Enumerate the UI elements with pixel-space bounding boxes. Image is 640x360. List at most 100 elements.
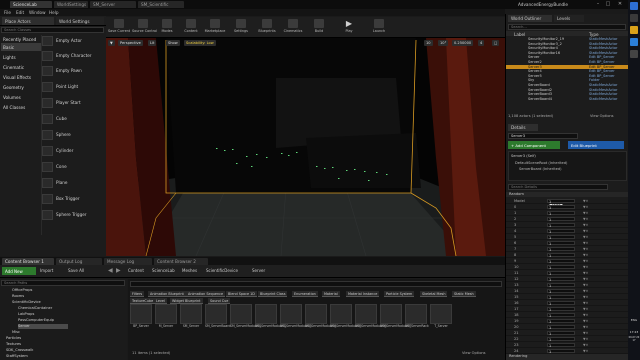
label-column-header[interactable]: Label	[514, 32, 525, 37]
param-value[interactable]: 1	[547, 222, 575, 228]
param-row[interactable]: 13 1 ▼✕	[506, 282, 629, 288]
asset-tile[interactable]: SM_ServerModule06	[355, 304, 387, 338]
folder-item[interactable]: ScientificDevice	[12, 300, 41, 305]
param-row[interactable]: 6 1 ▼✕	[506, 240, 629, 246]
array-controls-icon[interactable]: ▼✕	[583, 205, 588, 209]
param-row[interactable]: 5 1 ▼✕	[506, 234, 629, 240]
details-search-input[interactable]: Search Details	[508, 184, 608, 190]
actor-name-input[interactable]: Server3	[508, 133, 578, 139]
play-button[interactable]: ▶ Play	[338, 19, 360, 37]
filter-chip[interactable]: Material	[322, 291, 340, 297]
folder-icon[interactable]	[630, 26, 638, 34]
save-current-button[interactable]: Save Current	[108, 19, 130, 37]
array-controls-icon[interactable]: ▼✕	[583, 271, 588, 275]
array-controls-icon[interactable]: ▼✕	[583, 337, 588, 341]
build-button[interactable]: Build	[308, 19, 330, 37]
asset-tile[interactable]: T_Server	[430, 304, 452, 338]
array-controls-icon[interactable]: ▼✕	[583, 199, 588, 203]
actor-item[interactable]: Cone	[42, 160, 104, 174]
param-value[interactable]: 1	[547, 282, 575, 288]
folder-item[interactable]: Rooms	[12, 294, 24, 299]
camera-speed-value[interactable]: 4	[478, 40, 485, 46]
actor-item[interactable]: Player Start	[42, 96, 104, 110]
actor-item[interactable]: Empty Character	[42, 49, 104, 63]
component-item[interactable]: DefaultSceneRoot (Inherited)	[515, 161, 567, 165]
breadcrumb-3[interactable]: ScientificDevice	[206, 268, 238, 273]
param-row[interactable]: 16 1 ▼✕	[506, 300, 629, 306]
doc-tab-2[interactable]: SM_Server	[90, 1, 136, 8]
tab-world-settings[interactable]: World Settings	[56, 17, 104, 25]
filter-chip[interactable]: Blueprint Class	[258, 291, 288, 297]
param-row[interactable]: 9 1 ▼✕	[506, 258, 629, 264]
minimize-icon[interactable]: –	[594, 1, 602, 7]
actor-item[interactable]: Plane	[42, 176, 104, 190]
maximize-icon[interactable]: □	[604, 1, 612, 7]
array-controls-icon[interactable]: ▼✕	[583, 247, 588, 251]
search-icon[interactable]	[630, 14, 638, 22]
section-header[interactable]: Random	[506, 192, 629, 197]
param-row[interactable]: 2 1 ▼✕	[506, 216, 629, 222]
type-column-header[interactable]: Type	[589, 32, 599, 37]
filter-chip[interactable]: Skeletal Mesh	[420, 291, 448, 297]
param-value[interactable]: 1	[547, 216, 575, 222]
tab-content-browser-1[interactable]: Content Browser 1	[2, 258, 54, 265]
param-value[interactable]: 1	[547, 342, 575, 348]
category-cinematic[interactable]: Cinematic	[1, 63, 41, 71]
doc-tab-0[interactable]: ScienceLab	[10, 1, 52, 8]
array-controls-icon[interactable]: ▼✕	[583, 259, 588, 263]
array-controls-icon[interactable]: ▼✕	[583, 289, 588, 293]
param-row[interactable]: 4 1 ▼✕	[506, 228, 629, 234]
array-controls-icon[interactable]: ▼✕	[583, 313, 588, 317]
param-row[interactable]: 20 1 ▼✕	[506, 324, 629, 330]
category-recently-placed[interactable]: Recently Placed	[1, 35, 41, 43]
marketplace-button[interactable]: Marketplace	[204, 19, 226, 37]
array-controls-icon[interactable]: ▼✕	[583, 211, 588, 215]
filter-chip[interactable]: Animation Blueprint	[148, 291, 186, 297]
param-value[interactable]: 1	[547, 210, 575, 216]
array-controls-icon[interactable]: ▼✕	[583, 229, 588, 233]
asset-tile[interactable]: SM_ServerRack	[405, 304, 429, 338]
param-row[interactable]: 15 1 ▼✕	[506, 294, 629, 300]
outliner-row[interactable]: ServerBoard4 StaticMeshActor	[506, 97, 629, 101]
asset-tile[interactable]: SM_ServerModule05	[330, 304, 362, 338]
array-controls-icon[interactable]: ▼✕	[583, 217, 588, 221]
menu-file[interactable]: File	[4, 10, 11, 15]
array-controls-icon[interactable]: ▼✕	[583, 223, 588, 227]
breadcrumb-4[interactable]: Server	[252, 268, 265, 273]
param-row[interactable]: 21 1 ▼✕	[506, 330, 629, 336]
modes-button[interactable]: Modes	[156, 19, 178, 37]
filter-chip[interactable]: Animation Sequence	[186, 291, 226, 297]
actor-item[interactable]: Point Light	[42, 80, 104, 94]
breadcrumb-0[interactable]: Content	[128, 268, 144, 273]
menu-edit[interactable]: Edit	[16, 10, 24, 15]
actor-item[interactable]: Empty Pawn	[42, 64, 104, 78]
param-value[interactable]: 1	[547, 270, 575, 276]
filter-chip[interactable]: Static Mesh	[452, 291, 476, 297]
settings-button[interactable]: Settings	[230, 19, 252, 37]
menu-help[interactable]: Help	[49, 10, 59, 15]
grid-snap-value[interactable]: 10	[424, 40, 433, 46]
param-row[interactable]: 11 1 ▼✕	[506, 270, 629, 276]
scalability-label[interactable]: Scalability: Low	[184, 40, 216, 46]
array-controls-icon[interactable]: ▼✕	[583, 265, 588, 269]
asset-tile[interactable]: M_Server	[155, 304, 177, 338]
param-value[interactable]: 1	[547, 294, 575, 300]
actor-item[interactable]: Sphere Trigger	[42, 208, 104, 222]
folder-item[interactable]: Misc	[12, 330, 20, 335]
param-value[interactable]: 1	[547, 306, 575, 312]
tab-world-outliner[interactable]: World Outliner	[508, 15, 552, 22]
param-value[interactable]: 1	[547, 330, 575, 336]
filter-chip[interactable]: Enumeration	[292, 291, 318, 297]
array-controls-icon[interactable]: ▼✕	[583, 319, 588, 323]
array-controls-icon[interactable]: ▼✕	[583, 331, 588, 335]
cinematics-button[interactable]: Cinematics	[282, 19, 304, 37]
outliner-search-input[interactable]: Search...	[508, 24, 626, 30]
array-controls-icon[interactable]: ▼✕	[583, 325, 588, 329]
launch-button[interactable]: Launch	[368, 19, 390, 37]
param-row[interactable]: 0 1 ▼✕	[506, 204, 629, 210]
outliner-view-options[interactable]: View Options	[590, 114, 614, 118]
array-controls-icon[interactable]: ▼✕	[583, 235, 588, 239]
param-value[interactable]: 1	[547, 312, 575, 318]
array-controls-icon[interactable]: ▼✕	[583, 283, 588, 287]
category-lights[interactable]: Lights	[1, 53, 41, 61]
